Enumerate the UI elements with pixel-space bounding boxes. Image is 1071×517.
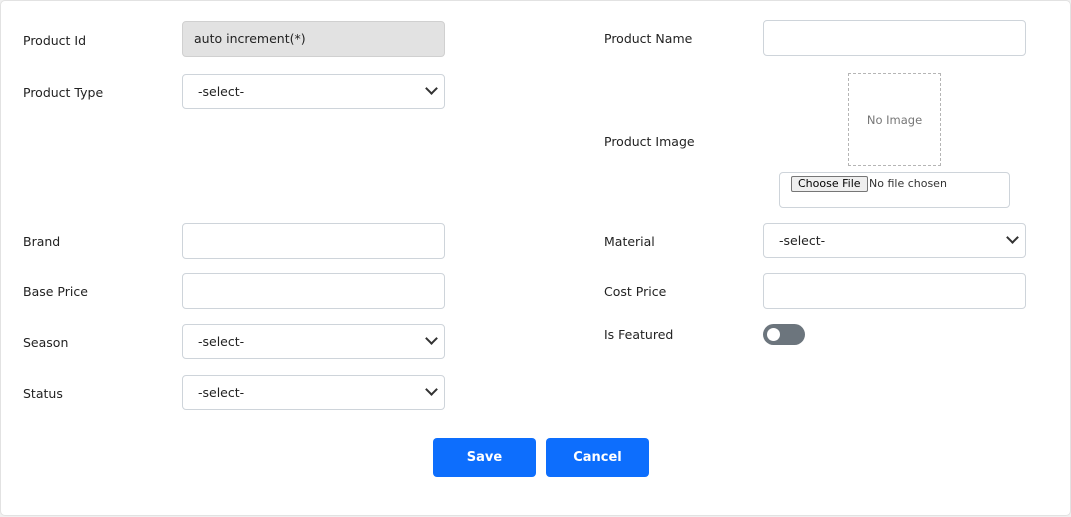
cost-price-label: Cost Price [604, 284, 667, 299]
base-price-input[interactable] [182, 273, 445, 309]
file-status-text: No file chosen [869, 177, 947, 190]
status-select[interactable]: -select- [182, 375, 445, 410]
save-button[interactable]: Save [433, 438, 536, 477]
product-image-file-input[interactable]: Choose File No file chosen [779, 172, 1010, 208]
product-type-label: Product Type [23, 85, 104, 100]
chevron-down-icon [1006, 231, 1019, 244]
product-id-label: Product Id [23, 33, 87, 48]
no-image-text: No Image [866, 112, 923, 127]
choose-file-button[interactable]: Choose File [791, 176, 868, 192]
product-id-field: auto increment(*) [182, 21, 445, 57]
status-selected: -select- [198, 385, 245, 400]
product-type-selected: -select- [198, 84, 245, 99]
product-name-label: Product Name [604, 31, 693, 46]
base-price-label: Base Price [23, 284, 88, 299]
chevron-down-icon [425, 332, 438, 345]
product-form-panel: Product Id auto increment(*) Product Typ… [0, 0, 1071, 516]
is-featured-toggle[interactable] [763, 324, 805, 345]
chevron-down-icon [425, 383, 438, 396]
cancel-button[interactable]: Cancel [546, 438, 649, 477]
status-label: Status [23, 386, 63, 401]
brand-input[interactable] [182, 223, 445, 259]
season-select[interactable]: -select- [182, 324, 445, 359]
brand-label: Brand [23, 234, 61, 249]
chevron-down-icon [425, 82, 438, 95]
material-selected: -select- [779, 233, 826, 248]
is-featured-label: Is Featured [604, 327, 674, 342]
season-selected: -select- [198, 334, 245, 349]
material-select[interactable]: -select- [763, 223, 1026, 258]
cost-price-input[interactable] [763, 273, 1026, 309]
product-name-input[interactable] [763, 20, 1026, 56]
product-image-label: Product Image [604, 134, 695, 149]
toggle-knob [767, 328, 780, 341]
material-label: Material [604, 234, 655, 249]
product-type-select[interactable]: -select- [182, 74, 445, 109]
season-label: Season [23, 335, 69, 350]
product-image-preview: No Image [848, 73, 941, 166]
